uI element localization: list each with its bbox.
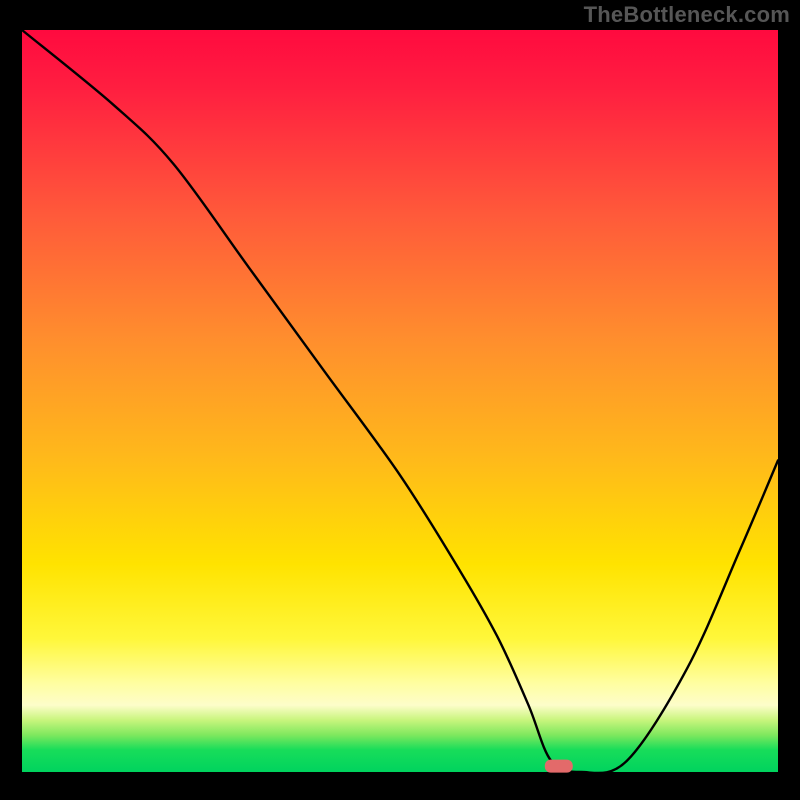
optimal-marker [545,760,573,773]
bottleneck-curve-path [22,30,778,773]
watermark-text: TheBottleneck.com [584,2,790,28]
chart-frame: TheBottleneck.com [0,0,800,800]
chart-svg [22,30,778,772]
